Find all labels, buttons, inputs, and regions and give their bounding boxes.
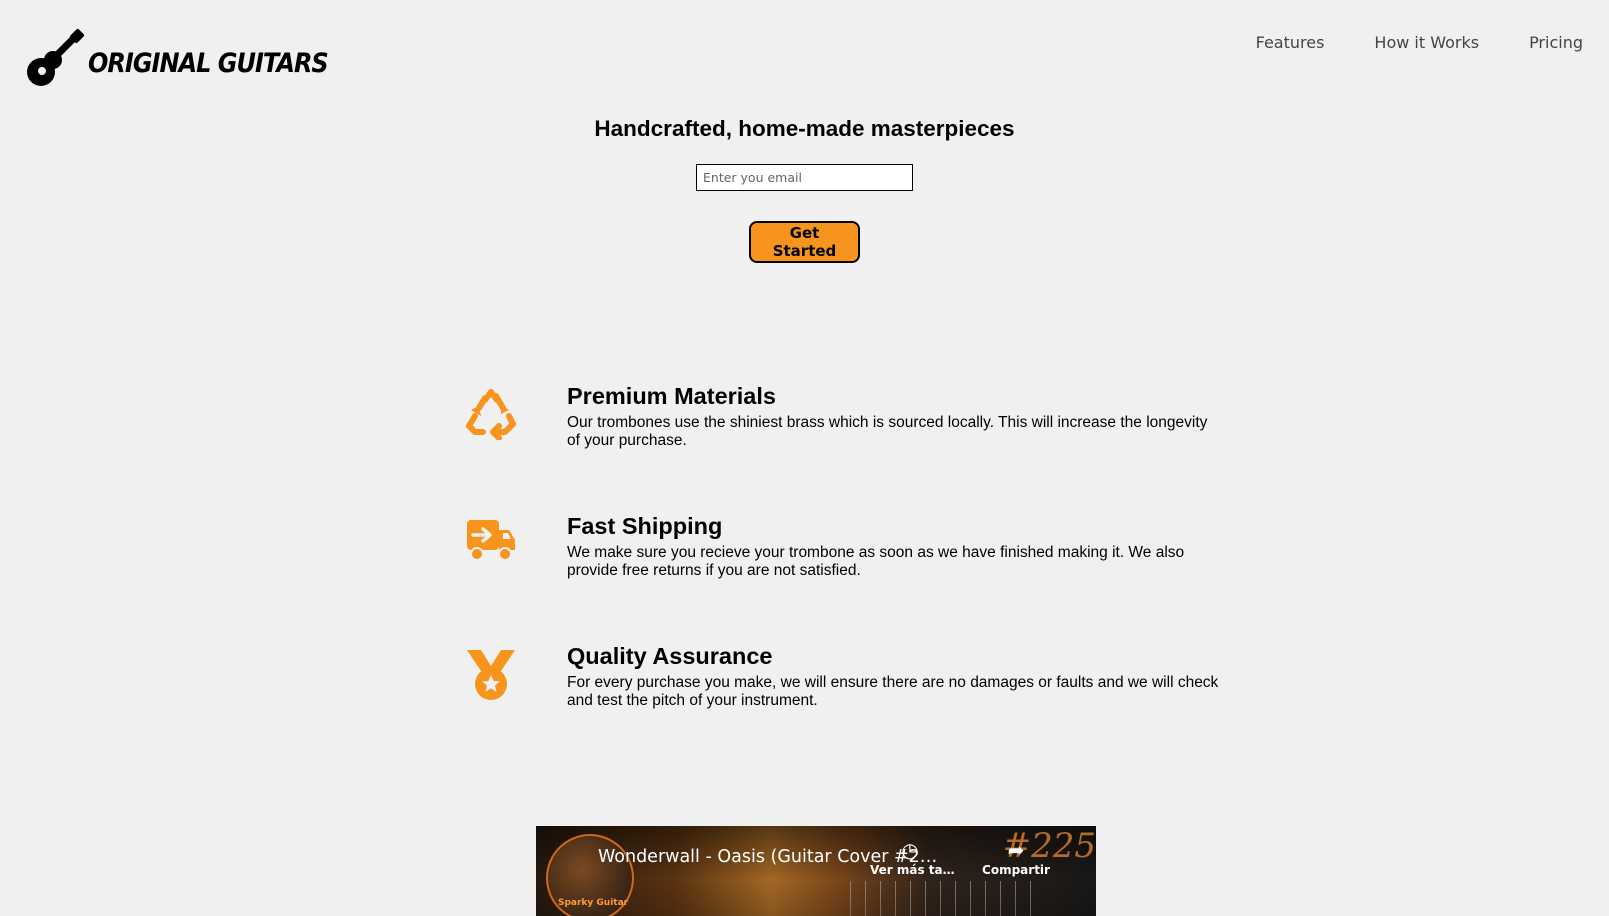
nav-link-how-it-works[interactable]: How it Works [1374,33,1479,52]
feature-item: Fast Shipping We make sure you recieve y… [463,512,1223,642]
feature-item: Premium Materials Our trombones use the … [463,382,1223,512]
logo-text: Original Guitars [88,47,329,79]
feature-text: Quality Assurance For every purchase you… [567,642,1223,772]
header: Original Guitars Features How it Works P… [0,0,1609,100]
nav-link-pricing[interactable]: Pricing [1529,33,1583,52]
feature-title: Premium Materials [567,383,776,409]
embedded-video[interactable]: #225 Sparky Guitar Wonderwall - Oasis (G… [536,826,1096,916]
watch-later-button[interactable]: ◷ Ver más ta… [870,838,955,877]
share-icon: ➦ [1007,838,1025,862]
watch-later-label: Ver más ta… [870,863,955,877]
recycle-icon [463,382,567,512]
shipping-truck-icon [463,512,567,642]
feature-text: Premium Materials Our trombones use the … [567,382,1223,512]
clock-icon: ◷ [901,838,919,862]
nav-link-features[interactable]: Features [1256,33,1325,52]
nav-bar: Features How it Works Pricing [1206,33,1583,52]
feature-title: Fast Shipping [567,513,723,539]
email-input[interactable] [696,164,913,191]
logo[interactable]: Original Guitars [22,28,329,90]
feature-description: For every purchase you make, we will ens… [567,674,1219,709]
hero-section: Handcrafted, home-made masterpieces Get … [0,116,1609,263]
share-button[interactable]: ➦ Compartir [976,840,1056,877]
feature-description: We make sure you recieve your trombone a… [567,544,1185,579]
channel-name: Sparky Guitar [558,898,629,908]
feature-description: Our trombones use the shiniest brass whi… [567,414,1208,449]
guitar-icon [27,29,84,86]
feature-text: Fast Shipping We make sure you recieve y… [567,512,1223,642]
get-started-button[interactable]: Get Started [749,221,860,263]
share-label: Compartir [982,863,1050,877]
feature-title: Quality Assurance [567,643,773,669]
feature-item: Quality Assurance For every purchase you… [463,642,1223,772]
hero-heading: Handcrafted, home-made masterpieces [594,116,1015,141]
medal-icon [463,642,567,772]
features-section: Premium Materials Our trombones use the … [463,382,1223,772]
